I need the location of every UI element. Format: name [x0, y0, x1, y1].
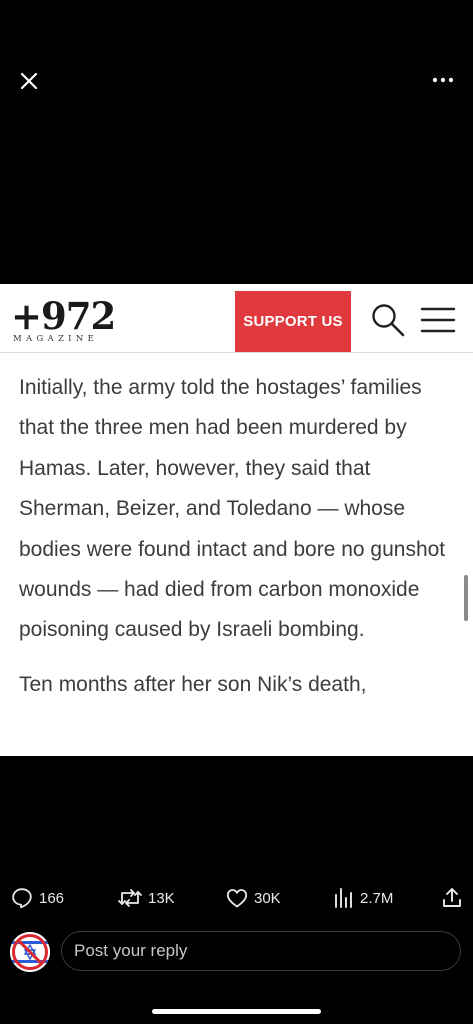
reply-count: 166 [39, 889, 65, 907]
reply-input[interactable]: Post your reply [61, 931, 461, 971]
repost-button[interactable]: 13K [117, 880, 175, 916]
share-button[interactable] [440, 880, 469, 916]
home-indicator[interactable] [152, 1009, 321, 1014]
article-paragraph: Initially, the army told the hostages’ f… [19, 376, 446, 642]
avatar-flag-icon [10, 932, 50, 972]
repost-icon [118, 889, 142, 907]
avatar[interactable] [10, 932, 50, 972]
menu-button[interactable] [420, 306, 456, 334]
article-body: Initially, the army told the hostages’ f… [19, 368, 459, 705]
like-button[interactable]: 30K [225, 880, 281, 916]
heart-icon [226, 889, 248, 908]
reply-composer: Post your reply [0, 930, 473, 974]
scrollbar-thumb[interactable] [464, 575, 468, 621]
article-screenshot[interactable]: +972 MAGAZINE SUPPORT US Initially, the … [0, 284, 473, 756]
analytics-icon [335, 888, 352, 908]
reply-icon [12, 888, 32, 909]
reply-button[interactable]: 166 [10, 880, 64, 916]
site-logo[interactable]: +972 [11, 296, 116, 336]
site-header: +972 MAGAZINE SUPPORT US [0, 284, 473, 353]
repost-count: 13K [148, 889, 175, 907]
like-count: 30K [254, 889, 281, 907]
search-icon [372, 304, 405, 337]
menu-icon [420, 307, 456, 333]
share-icon [443, 888, 461, 907]
close-icon [20, 72, 38, 90]
close-button[interactable] [14, 66, 44, 96]
view-count: 2.7M [360, 889, 394, 907]
views-button[interactable]: 2.7M [333, 880, 393, 916]
article-paragraph: Ten months after her son Nik’s death, [19, 672, 367, 696]
support-us-button[interactable]: SUPPORT US [235, 291, 351, 352]
more-options-button[interactable] [429, 68, 457, 92]
more-horizontal-icon [432, 77, 454, 83]
post-actions-bar: 166 13K 30K 2.7M [0, 880, 473, 916]
site-logo-subtitle: MAGAZINE [13, 334, 99, 344]
search-button[interactable] [370, 302, 406, 338]
